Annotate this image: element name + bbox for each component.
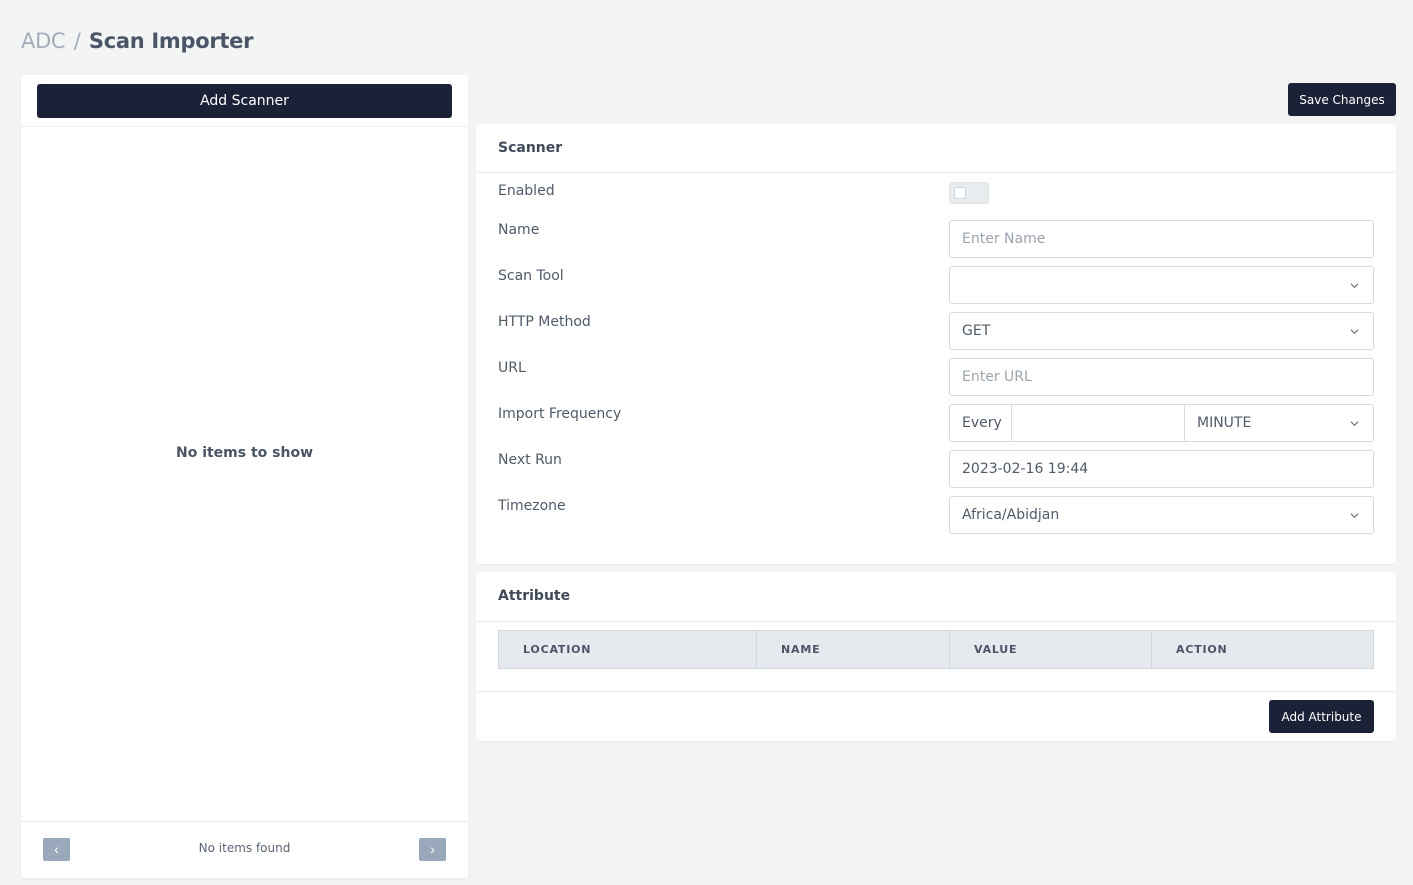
pager-status: No items found [198, 841, 291, 855]
divider [476, 621, 1396, 622]
frequency-unit-select[interactable]: MINUTE [1185, 405, 1373, 441]
divider [476, 691, 1396, 692]
column-header-location: LOCATION [499, 631, 757, 668]
http-method-value: GET [962, 323, 991, 339]
url-input[interactable]: Enter URL [949, 358, 1374, 396]
attribute-card-title: Attribute [498, 588, 571, 604]
breadcrumb-root[interactable]: ADC [21, 29, 66, 53]
column-header-name: NAME [757, 631, 950, 668]
divider [21, 126, 468, 127]
import-frequency-label: Import Frequency [498, 406, 622, 422]
chevron-down-icon [1350, 513, 1359, 519]
scan-tool-label: Scan Tool [498, 268, 564, 284]
frequency-unit-value: MINUTE [1197, 415, 1252, 431]
timezone-value: Africa/Abidjan [962, 507, 1060, 523]
add-scanner-button[interactable]: Add Scanner [37, 84, 452, 118]
column-header-value: VALUE [950, 631, 1152, 668]
chevron-down-icon [1350, 329, 1359, 335]
http-method-label: HTTP Method [498, 314, 591, 330]
save-changes-button[interactable]: Save Changes [1288, 83, 1396, 116]
http-method-select[interactable]: GET [949, 312, 1374, 350]
attribute-table-header: LOCATION NAME VALUE ACTION [498, 630, 1374, 669]
next-run-label: Next Run [498, 452, 562, 468]
chevron-down-icon [1350, 283, 1359, 289]
import-frequency-group: Every MINUTE [949, 404, 1374, 442]
scanner-card-title: Scanner [498, 140, 563, 156]
timezone-label: Timezone [498, 498, 566, 514]
name-input[interactable]: Enter Name [949, 220, 1374, 258]
frequency-number-input[interactable] [1012, 405, 1185, 441]
attribute-card: Attribute LOCATION NAME VALUE ACTION Add… [476, 572, 1396, 741]
enabled-toggle[interactable] [949, 182, 989, 204]
toggle-knob [954, 187, 966, 199]
url-label: URL [498, 360, 526, 376]
add-attribute-button[interactable]: Add Attribute [1269, 700, 1374, 733]
chevron-right-icon: › [430, 841, 435, 857]
name-label: Name [498, 222, 540, 238]
pager-next-button[interactable]: › [419, 838, 446, 861]
scanner-list-panel: Add Scanner No items to show ‹ No items … [21, 75, 468, 878]
column-header-action: ACTION [1176, 643, 1228, 656]
enabled-label: Enabled [498, 183, 555, 199]
divider [21, 821, 468, 822]
scan-tool-select[interactable] [949, 266, 1374, 304]
next-run-input[interactable]: 2023-02-16 19:44 [949, 450, 1374, 488]
scanner-card: Scanner Enabled Name Enter Name Scan Too… [476, 124, 1396, 564]
breadcrumb: ADC / Scan Importer [21, 28, 253, 54]
page-title: Scan Importer [88, 29, 254, 53]
frequency-prefix: Every [950, 405, 1012, 441]
breadcrumb-separator: / [73, 29, 81, 53]
divider [476, 172, 1396, 173]
chevron-down-icon [1350, 421, 1359, 427]
empty-list-message: No items to show [175, 445, 314, 461]
timezone-select[interactable]: Africa/Abidjan [949, 496, 1374, 534]
